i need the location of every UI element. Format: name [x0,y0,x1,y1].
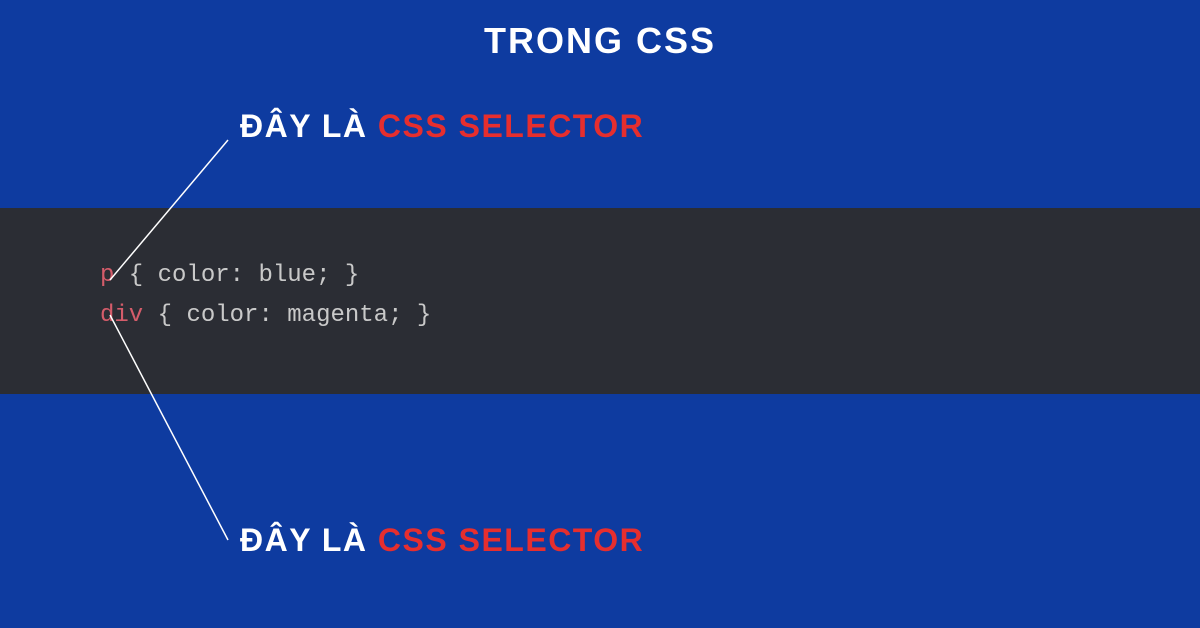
code-value-1: blue [258,262,316,289]
code-line-1: p { color: blue; } [100,256,1200,296]
code-block: p { color: blue; } div { color: magenta;… [0,208,1200,394]
annotation-bottom: ĐÂY LÀ CSS SELECTOR [240,522,644,559]
code-prop-1: color [158,262,230,289]
code-semi-1: ; [316,262,330,289]
annotation-bottom-white: ĐÂY LÀ [240,522,378,558]
code-value-2: magenta [287,302,388,329]
code-colon-1: : [230,262,259,289]
code-brace-open-1: { [114,262,157,289]
code-line-2: div { color: magenta; } [100,296,1200,336]
annotation-top: ĐÂY LÀ CSS SELECTOR [240,108,644,145]
annotation-top-white: ĐÂY LÀ [240,108,378,144]
annotation-bottom-red: CSS SELECTOR [378,522,644,558]
annotation-top-red: CSS SELECTOR [378,108,644,144]
code-selector-1: p [100,262,114,289]
page-title: TRONG CSS [0,0,1200,62]
code-brace-close-1: } [330,262,359,289]
code-brace-open-2: { [143,302,186,329]
code-brace-close-2: } [403,302,432,329]
code-prop-2: color [186,302,258,329]
code-selector-2: div [100,302,143,329]
code-colon-2: : [258,302,287,329]
code-semi-2: ; [388,302,402,329]
